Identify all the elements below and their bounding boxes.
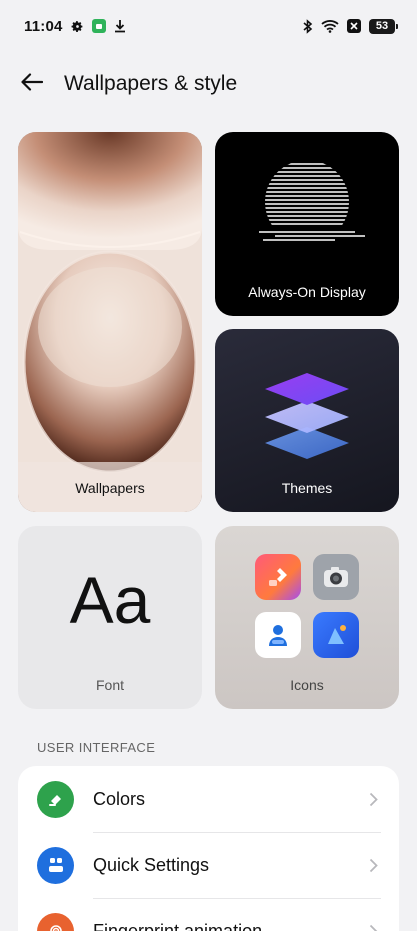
themes-label: Themes (281, 480, 333, 496)
battery-icon: 53 (369, 18, 398, 34)
bluetooth-icon (303, 18, 313, 34)
paint-app-icon (255, 554, 301, 600)
x-notification-icon (347, 19, 361, 33)
wifi-icon (321, 19, 339, 33)
camera-app-icon (313, 554, 359, 600)
icons-tile[interactable]: Icons (215, 526, 399, 709)
gear-icon (71, 20, 84, 33)
quick-settings-row[interactable]: Quick Settings (18, 832, 399, 898)
paint-bucket-icon (37, 780, 74, 818)
aod-label: Always-On Display (248, 284, 366, 300)
download-icon (114, 19, 126, 33)
icons-label: Icons (290, 677, 324, 693)
font-tile[interactable]: Aa Font (18, 526, 202, 709)
chevron-right-icon (369, 791, 381, 807)
user-interface-section-header: USER INTERFACE (37, 740, 156, 755)
contacts-app-icon (255, 612, 301, 658)
arrow-left-icon (21, 72, 44, 96)
wallpapers-label: Wallpapers (75, 480, 145, 496)
wallpaper-preview-image (18, 132, 202, 512)
header: Wallpapers & style (0, 62, 417, 106)
fingerprint-icon (37, 912, 74, 931)
font-label: Font (95, 677, 124, 693)
fingerprint-animation-row[interactable]: Fingerprint animation (18, 898, 399, 931)
fingerprint-animation-label: Fingerprint animation (93, 920, 263, 931)
status-right: 53 (303, 18, 398, 34)
app-notification-icon (91, 19, 106, 33)
wallpapers-tile[interactable]: Wallpapers (18, 132, 202, 512)
colors-row[interactable]: Colors (18, 766, 399, 832)
font-sample: Aa (69, 563, 151, 637)
status-left: 11:04 (24, 18, 126, 35)
gallery-app-icon (313, 612, 359, 658)
battery-level: 53 (375, 20, 389, 32)
page-title: Wallpapers & style (64, 72, 238, 95)
colors-label: Colors (93, 788, 146, 809)
chevron-right-icon (369, 857, 381, 873)
status-time: 11:04 (24, 17, 63, 35)
themes-tile[interactable]: Themes (215, 329, 399, 512)
status-bar: 11:04 53 (0, 0, 417, 52)
always-on-display-tile[interactable]: Always-On Display (215, 132, 399, 316)
quick-settings-label: Quick Settings (93, 854, 210, 875)
user-interface-card: Colors Quick Settings Fingerprint animat… (18, 766, 399, 931)
back-button[interactable] (0, 62, 64, 106)
chevron-right-icon (369, 923, 381, 931)
quick-settings-icon (37, 846, 74, 884)
